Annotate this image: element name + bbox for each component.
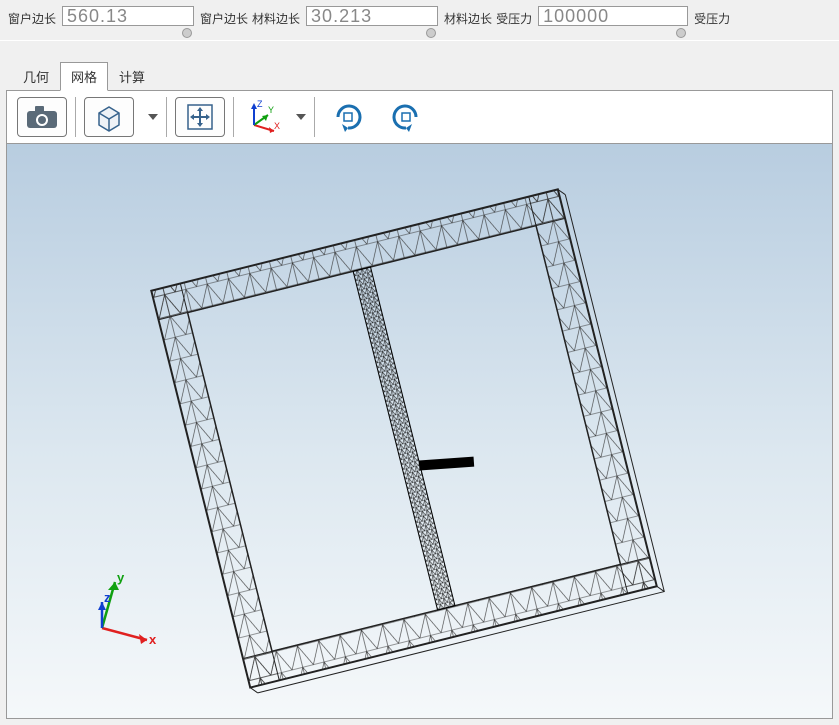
axis-z-label: z [104,590,111,605]
rotate-ccw-button[interactable] [381,97,431,137]
tab-geometry[interactable]: 几何 [12,62,60,91]
cube-icon [93,101,125,133]
param-material-side: 材料边长 材料边长 [252,6,492,38]
window-side-slider[interactable] [62,28,194,38]
material-side-label-end: 材料边长 [444,6,492,27]
pressure-label: 受压力 [496,6,532,27]
svg-text:Z: Z [257,99,263,109]
separator [233,97,234,137]
pressure-input[interactable] [538,6,688,26]
tab-compute[interactable]: 计算 [108,62,156,91]
move-button[interactable] [175,97,225,137]
tab-mesh[interactable]: 网格 [60,62,108,91]
window-side-label-end: 窗户边长 [200,6,248,27]
camera-button[interactable] [17,97,67,137]
separator [75,97,76,137]
window-side-input[interactable] [62,6,194,26]
material-side-input[interactable] [306,6,438,26]
param-pressure: 受压力 受压力 [496,6,730,38]
svg-text:Y: Y [268,105,274,115]
axis-x-label: x [149,632,157,647]
axes-button[interactable]: X Y Z [242,97,282,137]
parameter-bar: 窗户边长 窗户边长 材料边长 材料边长 受压力 受压力 [0,0,839,41]
separator [166,97,167,137]
pressure-label-end: 受压力 [694,6,730,27]
param-window-side: 窗户边长 窗户边长 [8,6,248,38]
move-icon [185,102,215,132]
window-side-label: 窗户边长 [8,6,56,27]
material-side-slider[interactable] [306,28,438,38]
cube-preset-dropdown[interactable] [148,114,158,120]
material-side-label: 材料边长 [252,6,300,27]
axes-icon: X Y Z [244,99,280,135]
axes-dropdown[interactable] [296,114,306,120]
tab-bar: 几何 网格 计算 [0,41,839,90]
rotate-ccw-icon [388,99,424,135]
pressure-slider[interactable] [538,28,688,38]
axis-y-label: y [117,570,125,585]
svg-text:X: X [274,121,280,131]
camera-icon [25,104,59,130]
rotate-cw-icon [330,99,366,135]
rotate-cw-button[interactable] [323,97,373,137]
toolbar: X Y Z [6,90,833,144]
cube-preset-button[interactable] [84,97,134,137]
viewport-3d[interactable]: x y z [6,144,833,719]
separator [314,97,315,137]
axis-triad: x y z [77,568,167,658]
